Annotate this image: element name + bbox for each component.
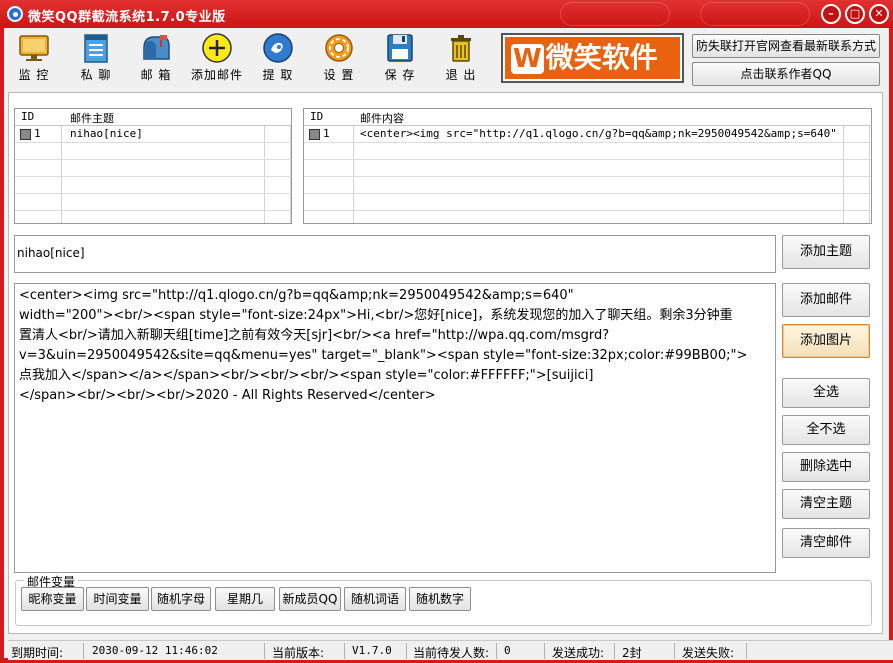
extract-globe-icon	[263, 33, 293, 63]
toolbar-settings-button[interactable]: 设 置	[309, 30, 369, 84]
toolbar-save-button[interactable]: 保 存	[370, 30, 430, 84]
pending-label: 当前待发人数:	[413, 646, 490, 660]
add-image-button[interactable]: 添加图片	[782, 324, 870, 358]
content-line: 置清人<br/>请加入新聊天组[time]之前有效今天[sjr]<br/><a …	[19, 328, 610, 343]
status-bar: 到期时间: 2030-09-12 11:46:02 当前版本: V1.7.0 当…	[8, 640, 893, 660]
expire-label: 到期时间:	[11, 646, 64, 660]
table-row-empty	[15, 160, 291, 177]
table-row-empty	[15, 177, 291, 194]
add-circle-icon	[202, 33, 232, 63]
brand-logo: W 微笑软件	[501, 33, 684, 83]
title-bar-ornament	[560, 2, 670, 26]
toolbar-label: 退 出	[445, 68, 477, 82]
row-id: 1	[34, 127, 41, 140]
toolbar-label: 监 控	[18, 68, 50, 82]
success-value: 2封	[622, 646, 642, 660]
floppy-disk-icon	[387, 34, 413, 62]
toolbar-label: 设 置	[323, 68, 355, 82]
table-row-empty	[304, 194, 871, 211]
toolbar-label: 保 存	[384, 68, 416, 82]
table-row[interactable]: 1 nihao[nice]	[15, 126, 291, 143]
contact-author-button[interactable]: 点击联系作者QQ	[692, 62, 880, 86]
logo-w-mark: W	[511, 44, 544, 74]
column-header-content: 邮件内容	[360, 112, 404, 125]
var-weekday-button[interactable]: 星期几	[215, 587, 275, 611]
close-button[interactable]: ✕	[869, 4, 889, 24]
monitor-icon	[19, 35, 49, 61]
table-row-empty	[304, 160, 871, 177]
clear-mails-button[interactable]: 清空邮件	[782, 528, 870, 558]
var-nickname-button[interactable]: 昵称变量	[21, 587, 84, 611]
pending-value: 0	[504, 644, 511, 657]
mail-variables-group: 邮件变量 昵称变量 时间变量 随机字母 星期几 新成员QQ 随机词语 随机数字	[15, 573, 872, 626]
content-line: <center><img src="http://q1.qlogo.cn/g?b…	[19, 288, 574, 303]
mailbox-icon	[143, 35, 170, 60]
row-subject: nihao[nice]	[70, 127, 143, 140]
client-area: 监 控 私 聊 邮 箱 添加邮件 提 取 设 置 保 存 退 出 W 微笑软件 …	[4, 28, 893, 660]
toolbar-extract-button[interactable]: 提 取	[248, 30, 308, 84]
main-panel: ID 邮件主题 1 nihao[nice] ID 邮件内容 1 <center>…	[8, 92, 883, 634]
toolbar-add-mail-button[interactable]: 添加邮件	[187, 30, 247, 84]
row-checkbox[interactable]	[20, 129, 31, 140]
row-checkbox[interactable]	[309, 129, 320, 140]
clear-subjects-button[interactable]: 清空主题	[782, 489, 870, 519]
select-all-button[interactable]: 全选	[782, 378, 870, 408]
content-line: v=3&uin=2950049542&site=qq&menu=yes" tar…	[19, 348, 748, 363]
content-line: </span><br/><br/><br/>2020 - All Rights …	[19, 388, 436, 403]
table-row[interactable]: 1 <center><img src="http://q1.qlogo.cn/g…	[304, 126, 871, 143]
toolbar-label: 邮 箱	[140, 68, 172, 82]
app-window: 微笑QQ群截流系统1.7.0专业版 – □ ✕ 监 控 私 聊 邮 箱 添加邮件…	[0, 0, 893, 663]
var-random-number-button[interactable]: 随机数字	[409, 587, 471, 611]
version-label: 当前版本:	[272, 646, 325, 660]
add-subject-button[interactable]: 添加主题	[782, 235, 870, 269]
column-header-id: ID	[310, 110, 324, 123]
column-header-subject: 邮件主题	[70, 112, 114, 125]
trash-exit-icon	[451, 35, 471, 62]
table-row-empty	[304, 143, 871, 160]
gear-icon	[325, 34, 353, 62]
minimize-button[interactable]: –	[821, 4, 841, 24]
var-time-button[interactable]: 时间变量	[86, 587, 149, 611]
row-content: <center><img src="http://q1.qlogo.cn/g?b…	[360, 127, 840, 140]
fail-label: 发送失败:	[682, 646, 735, 660]
success-label: 发送成功:	[552, 646, 605, 660]
toolbar-exit-button[interactable]: 退 出	[431, 30, 491, 84]
row-id: 1	[323, 127, 330, 140]
content-line: width="200"><br/><span style="font-size:…	[19, 308, 733, 323]
select-none-button[interactable]: 全不选	[782, 415, 870, 445]
subject-input[interactable]: nihao[nice]	[14, 235, 776, 273]
notepad-icon	[84, 34, 108, 63]
toolbar-label: 添加邮件	[190, 68, 243, 82]
column-header-id: ID	[21, 110, 35, 123]
title-bar-ornament	[700, 2, 810, 26]
toolbar-private-chat-button[interactable]: 私 聊	[66, 30, 126, 84]
subject-grid[interactable]: ID 邮件主题 1 nihao[nice]	[14, 108, 292, 224]
delete-selected-button[interactable]: 删除选中	[782, 452, 870, 482]
mail-content-textarea[interactable]: <center><img src="http://q1.qlogo.cn/g?b…	[14, 283, 776, 573]
toolbar-mailbox-button[interactable]: 邮 箱	[126, 30, 186, 84]
toolbar-monitor-button[interactable]: 监 控	[4, 30, 64, 84]
table-row-empty	[15, 194, 291, 211]
content-grid[interactable]: ID 邮件内容 1 <center><img src="http://q1.ql…	[303, 108, 872, 224]
var-new-member-qq-button[interactable]: 新成员QQ	[279, 587, 341, 611]
title-bar[interactable]: 微笑QQ群截流系统1.7.0专业版 – □ ✕	[0, 0, 893, 28]
var-random-word-button[interactable]: 随机词语	[344, 587, 406, 611]
var-random-letter-button[interactable]: 随机字母	[151, 587, 211, 611]
app-logo-icon	[7, 6, 23, 22]
toolbar-label: 提 取	[262, 68, 294, 82]
content-line: 点我加入</span></a></span><br/><br/><br/><sp…	[19, 368, 594, 383]
table-row-empty	[304, 177, 871, 194]
expire-value: 2030-09-12 11:46:02	[92, 644, 218, 657]
official-site-button[interactable]: 防失联打开官网查看最新联系方式	[692, 34, 880, 58]
logo-text: 微笑软件	[545, 41, 658, 74]
maximize-button[interactable]: □	[845, 4, 865, 24]
add-mail-button[interactable]: 添加邮件	[782, 283, 870, 317]
version-value: V1.7.0	[352, 644, 392, 657]
subject-grid-header: ID 邮件主题	[15, 109, 291, 126]
table-row-empty	[15, 143, 291, 160]
window-title: 微笑QQ群截流系统1.7.0专业版	[28, 10, 226, 25]
toolbar-label: 私 聊	[80, 68, 112, 82]
content-grid-header: ID 邮件内容	[304, 109, 871, 126]
